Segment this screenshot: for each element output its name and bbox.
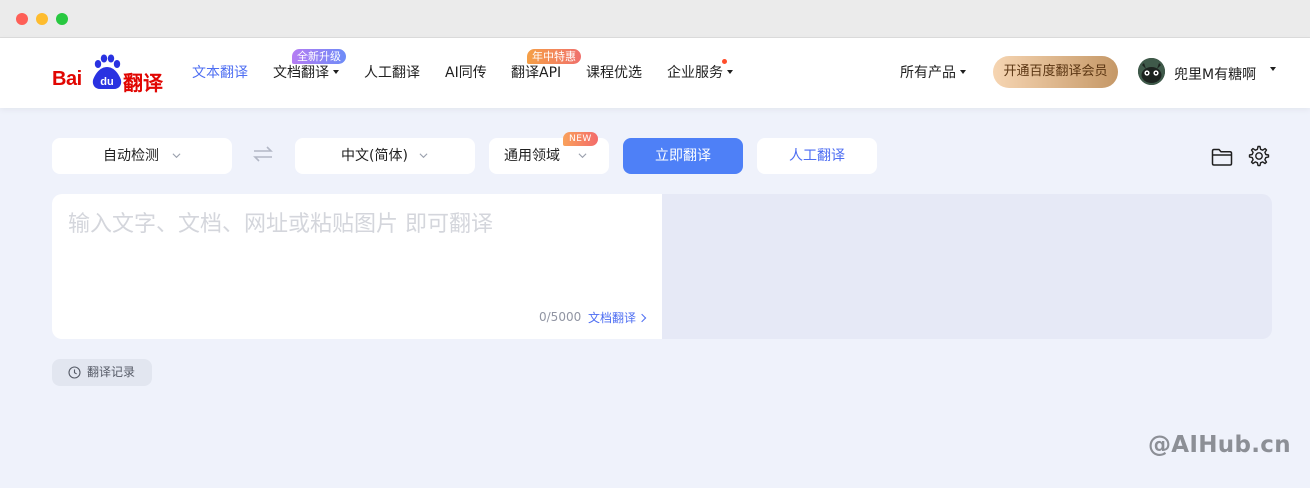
source-text-panel[interactable]: 输入文字、文档、网址或粘贴图片 即可翻译 0/5000 文档翻译: [52, 194, 662, 339]
chevron-down-icon: [333, 69, 339, 74]
nav-all-products-label: 所有产品: [900, 65, 956, 81]
nav-doc-translate[interactable]: 文档翻译: [273, 64, 339, 82]
new-badge: NEW: [563, 132, 598, 146]
domain-label: 通用领域: [504, 148, 560, 164]
baidu-paw-icon: du: [92, 54, 122, 89]
nav-enterprise[interactable]: 企业服务: [667, 64, 733, 82]
window-titlebar: [0, 0, 1310, 38]
translation-history-button[interactable]: 翻译记录: [52, 359, 152, 386]
chevron-down-icon: [578, 153, 587, 159]
translate-now-button[interactable]: 立即翻译: [623, 138, 743, 174]
translation-output-panel: [662, 194, 1272, 339]
swap-languages-icon[interactable]: [252, 144, 274, 164]
site-header: Bai du 翻译 文本翻译 全新升级 文档翻译 人工翻译 AI同传 年中特惠 …: [0, 38, 1310, 108]
nav-text-translate[interactable]: 文本翻译: [192, 64, 248, 82]
user-name[interactable]: 兜里M有糖啊: [1174, 64, 1256, 84]
logo-text-du: du: [100, 76, 113, 88]
logo-text-fanyi: 翻译: [123, 71, 163, 95]
badge-new-upgrade: 全新升级: [292, 49, 346, 64]
chevron-down-icon: [172, 153, 181, 159]
baidu-fanyi-logo[interactable]: Bai du 翻译: [52, 54, 164, 95]
source-text-input[interactable]: 输入文字、文档、网址或粘贴图片 即可翻译: [68, 206, 493, 238]
nav-all-products[interactable]: 所有产品: [900, 64, 966, 82]
human-translate-button[interactable]: 人工翻译: [757, 138, 877, 174]
vip-membership-button[interactable]: 开通百度翻译会员: [993, 56, 1118, 88]
nav-ai-interpret[interactable]: AI同传: [445, 64, 487, 82]
chevron-down-icon: [419, 153, 428, 159]
target-language-select[interactable]: 中文(简体): [295, 138, 475, 174]
source-language-select[interactable]: 自动检测: [52, 138, 232, 174]
logo-text-bai: Bai: [52, 68, 82, 90]
doc-translate-link-label: 文档翻译: [588, 311, 637, 325]
chevron-down-icon[interactable]: [1270, 67, 1276, 71]
watermark: @AIHub.cn: [1148, 432, 1291, 458]
badge-midyear-sale: 年中特惠: [527, 49, 581, 64]
avatar[interactable]: [1138, 58, 1165, 85]
nav-courses[interactable]: 课程优选: [586, 64, 642, 82]
window-close-button[interactable]: [16, 13, 28, 25]
source-language-label: 自动检测: [103, 148, 159, 164]
chevron-down-icon: [727, 69, 733, 74]
window-minimize-button[interactable]: [36, 13, 48, 25]
nav-doc-translate-label: 文档翻译: [273, 65, 329, 81]
nav-translate-api[interactable]: 翻译API: [511, 64, 561, 82]
avatar-image-icon: [1138, 58, 1165, 85]
chevron-down-icon: [960, 69, 966, 74]
clock-icon: [68, 366, 81, 379]
chevron-right-icon: [637, 313, 647, 323]
settings-gear-icon[interactable]: [1246, 144, 1270, 168]
nav-enterprise-label: 企业服务: [667, 65, 723, 81]
target-language-label: 中文(简体): [341, 148, 408, 164]
window-zoom-button[interactable]: [56, 13, 68, 25]
doc-translate-link[interactable]: 文档翻译: [588, 309, 647, 326]
char-counter: 0/5000: [539, 310, 582, 324]
nav-human-translate[interactable]: 人工翻译: [364, 64, 420, 82]
folder-icon[interactable]: [1210, 145, 1234, 169]
history-label: 翻译记录: [87, 365, 136, 379]
